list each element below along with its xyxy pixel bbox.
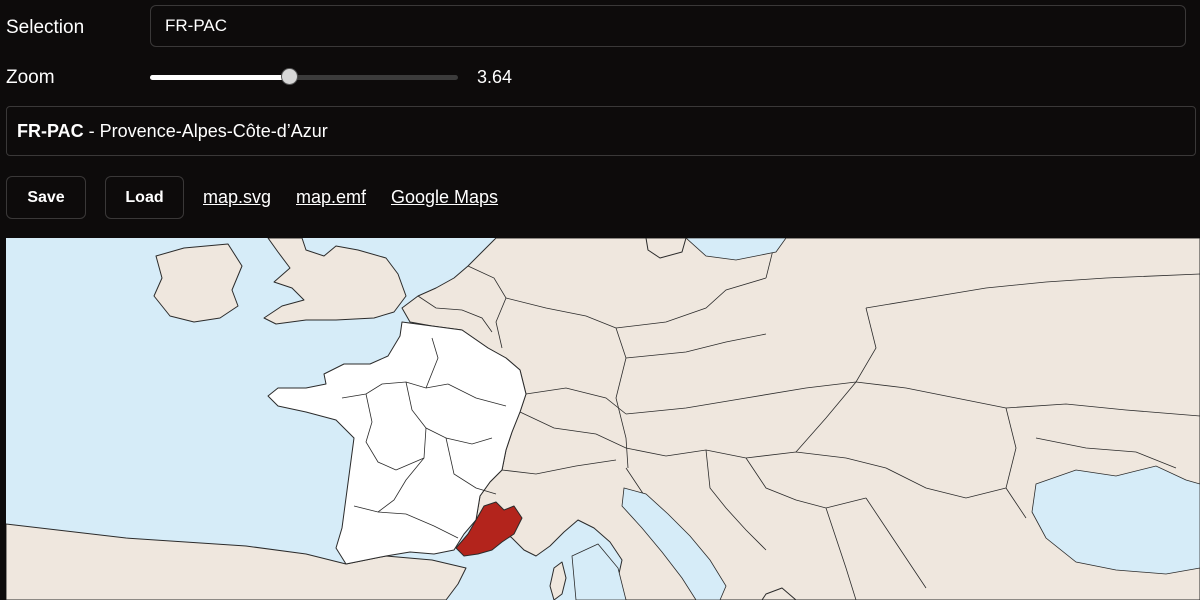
zoom-label: Zoom xyxy=(6,67,55,88)
map-view[interactable] xyxy=(6,238,1200,600)
load-button[interactable]: Load xyxy=(105,176,184,219)
save-button[interactable]: Save xyxy=(6,176,86,219)
map-svg-link[interactable]: map.svg xyxy=(203,187,271,208)
google-maps-link[interactable]: Google Maps xyxy=(391,187,498,208)
zoom-slider-thumb[interactable] xyxy=(281,68,299,85)
map-emf-link[interactable]: map.emf xyxy=(296,187,366,208)
zoom-slider-fill xyxy=(150,75,291,80)
region-info-box: FR-PAC - Provence-Alpes-Côte-d’Azur xyxy=(6,106,1196,156)
ireland-shape[interactable] xyxy=(153,243,243,323)
zoom-value: 3.64 xyxy=(477,67,513,87)
zoom-slider[interactable] xyxy=(150,68,458,85)
selection-label: Selection xyxy=(6,17,85,38)
region-code: FR-PAC xyxy=(17,121,84,141)
europe-map[interactable] xyxy=(6,238,1200,600)
map-selector-app: Selection Zoom 3.64 FR-PAC - Provence-Al… xyxy=(0,0,1200,600)
region-name: Provence-Alpes-Côte-d’Azur xyxy=(99,121,328,141)
region-separator: - xyxy=(83,121,100,141)
selection-input[interactable] xyxy=(150,5,1186,47)
